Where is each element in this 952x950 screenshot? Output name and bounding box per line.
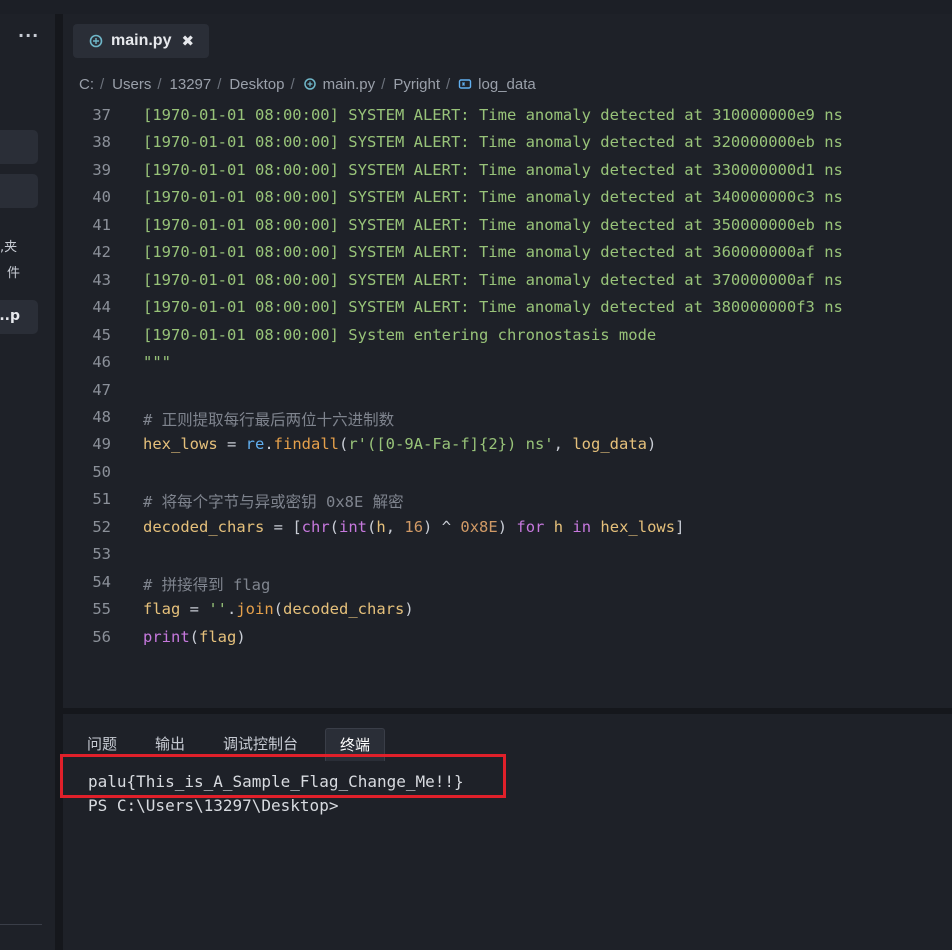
breadcrumb-item[interactable]: Users	[112, 76, 151, 93]
breadcrumb-sep: /	[100, 75, 105, 93]
breadcrumb: C: / Users / 13297 / Desktop / main.py / Pyri…	[79, 74, 536, 94]
tab-label: main.py	[111, 32, 172, 49]
line-number: 53	[92, 545, 111, 564]
code-line[interactable]: [1970-01-01 08:00:00] SYSTEM ALERT: Time…	[143, 298, 843, 316]
breadcrumb-sep: /	[217, 75, 222, 93]
bottom-panel: 问题 输出 调试控制台 终端 palu{This_is_A_Sample_Fla…	[63, 714, 952, 950]
line-number: 49	[92, 435, 111, 454]
line-number: 51	[92, 490, 111, 509]
line-number: 42	[92, 243, 111, 262]
sidebar-text: 件。	[0, 266, 20, 281]
code-line[interactable]: [1970-01-01 08:00:00] SYSTEM ALERT: Time…	[143, 188, 843, 206]
line-number: 44	[92, 298, 111, 317]
breadcrumb-item[interactable]: 13297	[170, 76, 212, 93]
close-icon[interactable]: ✖	[181, 32, 194, 50]
python-file-icon	[303, 78, 316, 90]
code-line[interactable]: hex_lows = re.findall(r'([0-9A-Fa-f]{2})…	[143, 435, 656, 453]
line-number: 50	[92, 462, 111, 481]
code-line[interactable]: [1970-01-01 08:00:00] System entering ch…	[143, 326, 656, 344]
line-number: 52	[92, 517, 111, 536]
line-number: 40	[92, 188, 111, 207]
sidebar-text: 夹,	[0, 240, 18, 255]
line-number: 38	[92, 133, 111, 152]
line-number: 46	[92, 353, 111, 372]
python-file-icon	[89, 34, 103, 48]
line-number: 55	[92, 600, 111, 619]
code-line[interactable]: [1970-01-01 08:00:00] SYSTEM ALERT: Time…	[143, 161, 843, 179]
tab-main-py[interactable]: main.py ✖	[73, 24, 209, 58]
highlight-box	[60, 754, 506, 798]
breadcrumb-sep: /	[157, 75, 162, 93]
line-number: 45	[92, 325, 111, 344]
line-number: 39	[92, 160, 111, 179]
breadcrumb-item[interactable]: Desktop	[229, 76, 284, 93]
line-number: 54	[92, 572, 111, 591]
code-line[interactable]: [1970-01-01 08:00:00] SYSTEM ALERT: Time…	[143, 243, 843, 261]
line-number: 43	[92, 270, 111, 289]
sidebar-item[interactable]	[0, 130, 38, 164]
line-number: 47	[92, 380, 111, 399]
breadcrumb-item[interactable]: C:	[79, 76, 94, 93]
sidebar-item[interactable]	[0, 174, 38, 208]
variable-icon	[458, 79, 472, 89]
line-number: 48	[92, 407, 111, 426]
code-line[interactable]: decoded_chars = [chr(int(h, 16) ^ 0x8E) …	[143, 518, 684, 536]
code-line[interactable]: # 拼接得到 flag	[143, 573, 270, 595]
breadcrumb-sep: /	[446, 75, 451, 93]
breadcrumb-item[interactable]: Pyright	[393, 76, 440, 93]
line-number: 37	[92, 106, 111, 124]
line-number: 41	[92, 215, 111, 234]
sidebar-button[interactable]: p...	[0, 300, 38, 334]
editor: main.py ✖ C: / Users / 13297 / Desktop / mai…	[63, 14, 952, 708]
code-line[interactable]: [1970-01-01 08:00:00] SYSTEM ALERT: Time…	[143, 271, 843, 289]
terminal-prompt[interactable]: PS C:\Users\13297\Desktop>	[88, 796, 338, 815]
sidebar-divider	[0, 924, 42, 925]
sidebar: ··· 夹, 件。 p...	[0, 14, 56, 950]
code-line[interactable]: """	[143, 353, 171, 371]
title-bar	[0, 0, 952, 14]
sidebar-button-label: p...	[0, 308, 20, 324]
code-line[interactable]: print(flag)	[143, 628, 246, 646]
line-number: 56	[92, 627, 111, 646]
breadcrumb-sep: /	[381, 75, 386, 93]
more-actions-icon[interactable]: ···	[18, 26, 39, 45]
code-line[interactable]: [1970-01-01 08:00:00] SYSTEM ALERT: Time…	[143, 216, 843, 234]
breadcrumb-item[interactable]: main.py	[323, 76, 376, 93]
code-line[interactable]: # 正则提取每行最后两位十六进制数	[143, 408, 394, 430]
code-line[interactable]: flag = ''.join(decoded_chars)	[143, 600, 414, 618]
breadcrumb-item[interactable]: log_data	[478, 76, 536, 93]
code-line[interactable]: # 将每个字节与异或密钥 0x8E 解密	[143, 490, 404, 512]
code-line[interactable]: [1970-01-01 08:00:00] SYSTEM ALERT: Time…	[143, 106, 843, 124]
code-line[interactable]: [1970-01-01 08:00:00] SYSTEM ALERT: Time…	[143, 133, 843, 151]
breadcrumb-sep: /	[290, 75, 295, 93]
